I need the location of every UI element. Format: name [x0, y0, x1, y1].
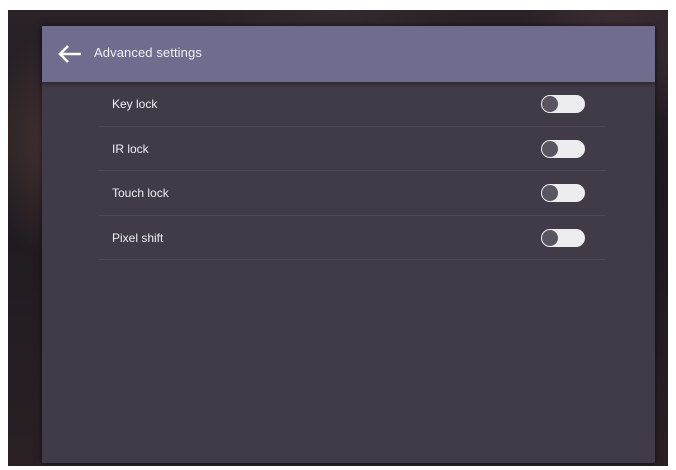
setting-row-key-lock[interactable]: Key lock [98, 82, 606, 127]
toggle-knob [542, 229, 558, 246]
setting-row-pixel-shift[interactable]: Pixel shift [98, 216, 606, 260]
ir-lock-toggle[interactable] [541, 139, 585, 158]
key-lock-toggle[interactable] [541, 95, 585, 113]
toggle-knob [542, 140, 558, 157]
pixel-shift-toggle[interactable] [541, 228, 585, 247]
toggle-knob [542, 96, 558, 112]
arrow-left-icon [58, 45, 81, 63]
advanced-settings-panel: Advanced settings Key lock IR lock Touch… [42, 26, 655, 463]
setting-label: IR lock [112, 141, 149, 156]
setting-label: Touch lock [112, 186, 169, 200]
touch-lock-toggle[interactable] [541, 184, 585, 202]
display-screen: Advanced settings Key lock IR lock Touch… [8, 10, 668, 466]
header-bar: Advanced settings [42, 26, 655, 82]
page-title: Advanced settings [94, 45, 202, 60]
setting-row-touch-lock[interactable]: Touch lock [98, 171, 606, 216]
toggle-knob [542, 185, 558, 201]
setting-label: Pixel shift [112, 230, 164, 245]
settings-list: Key lock IR lock Touch lock Pixel shift [98, 82, 606, 260]
setting-label: Key lock [112, 97, 158, 111]
setting-row-ir-lock[interactable]: IR lock [98, 127, 606, 171]
back-button[interactable] [56, 40, 84, 68]
